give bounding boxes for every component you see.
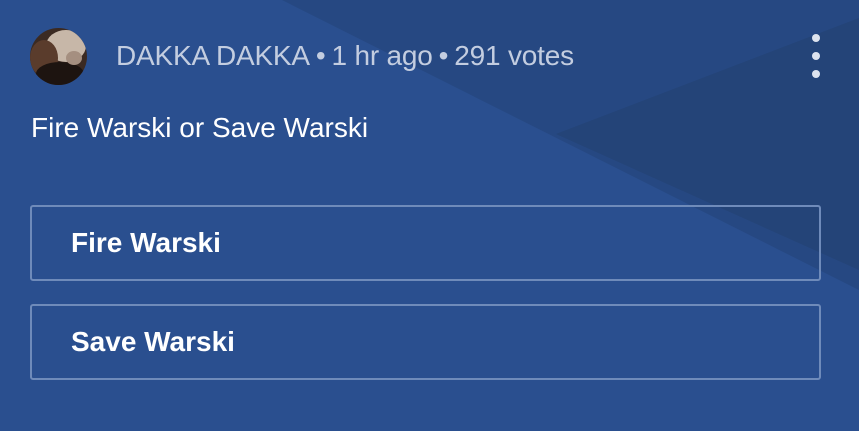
poll-option-label: Save Warski	[71, 326, 235, 357]
poll-card: DAKKA DAKKA • 1 hr ago • 291 votes Fire Wars…	[0, 0, 859, 431]
more-vertical-icon[interactable]	[803, 34, 829, 78]
avatar-image	[30, 27, 87, 85]
menu-dot	[812, 34, 820, 42]
post-meta: DAKKA DAKKA • 1 hr ago • 291 votes	[116, 40, 574, 72]
meta-separator: •	[438, 40, 449, 71]
poll-option-fire-warski[interactable]: Fire Warski	[30, 205, 821, 281]
avatar[interactable]	[30, 27, 87, 85]
author-name[interactable]: DAKKA DAKKA	[116, 40, 310, 71]
meta-separator: •	[315, 40, 326, 71]
post-header: DAKKA DAKKA • 1 hr ago • 291 votes	[30, 27, 830, 85]
poll-question: Fire Warski or Save Warski	[31, 112, 369, 143]
menu-dot	[812, 70, 820, 78]
post-time: 1 hr ago	[331, 40, 433, 71]
vote-count: 291 votes	[454, 40, 574, 71]
poll-option-save-warski[interactable]: Save Warski	[30, 304, 821, 380]
menu-dot	[812, 52, 820, 60]
poll-option-label: Fire Warski	[71, 227, 221, 258]
